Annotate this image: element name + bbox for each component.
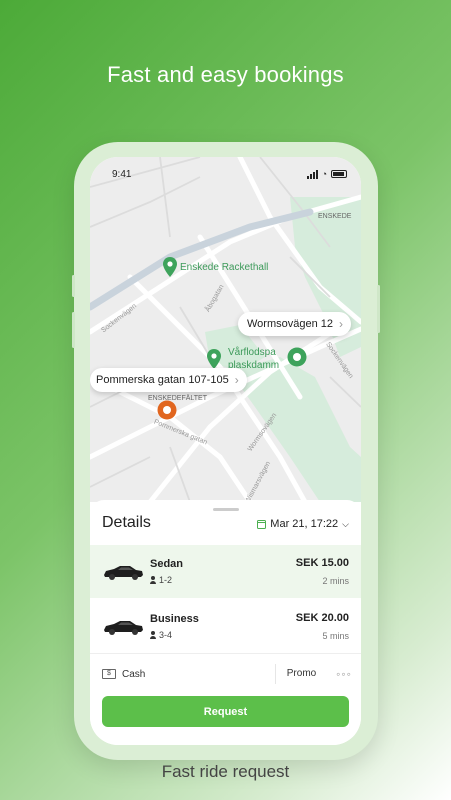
ride-option-seats: 3-4 bbox=[159, 630, 173, 640]
pickup-callout[interactable]: Pommerska gatan 107-105 › bbox=[90, 368, 247, 392]
footline: Fast ride request bbox=[161, 762, 290, 781]
business-car-icon bbox=[104, 620, 143, 635]
chevron-right-icon: › bbox=[339, 317, 344, 331]
phone-side-button bbox=[72, 275, 75, 297]
details-sheet: Details Mar 21, 17:22 ⌵ Sedan 1-2 SEK 15… bbox=[90, 500, 361, 745]
request-button[interactable]: Request bbox=[102, 696, 349, 727]
promo-button[interactable]: Promo bbox=[275, 664, 327, 684]
headline: Fast and easy bookings bbox=[107, 62, 344, 87]
battery-icon bbox=[331, 170, 347, 178]
date-value: Mar 21, 17:22 bbox=[270, 518, 339, 530]
chevron-down-icon: ⌵ bbox=[342, 518, 349, 529]
map-place-label: Vårflodspa bbox=[228, 347, 276, 358]
phone-side-button bbox=[377, 285, 380, 333]
ride-option-name: Sedan bbox=[150, 558, 184, 570]
destination-pin-icon[interactable] bbox=[287, 347, 307, 367]
chevron-right-icon: › bbox=[234, 373, 239, 387]
date-picker-button[interactable]: Mar 21, 17:22 ⌵ bbox=[257, 518, 349, 530]
map-place-label: ENSKEDE bbox=[318, 213, 352, 220]
divider bbox=[90, 653, 361, 654]
map[interactable]: 9:41 ◔ ENSKEDE Enskede Racket­hall Vårfl… bbox=[90, 157, 361, 505]
map-place-label: Enskede Racket­hall bbox=[180, 262, 269, 273]
phone-side-button bbox=[72, 312, 75, 348]
map-pin-icon[interactable] bbox=[163, 257, 177, 277]
pickup-address: Pommerska gatan 107-105 bbox=[96, 374, 229, 386]
wifi-icon: ◔ bbox=[321, 169, 327, 179]
map-pin-icon[interactable] bbox=[207, 349, 221, 369]
app-screen: 9:41 ◔ ENSKEDE Enskede Racket­hall Vårfl… bbox=[90, 157, 361, 745]
status-time: 9:41 bbox=[112, 168, 132, 180]
drag-handle[interactable] bbox=[213, 508, 239, 511]
calendar-icon bbox=[257, 519, 267, 529]
ride-option-seats: 1-2 bbox=[159, 575, 173, 585]
ride-option-sedan[interactable]: Sedan 1-2 SEK 15.00 2 mins bbox=[90, 545, 361, 598]
ride-option-eta: 2 mins bbox=[322, 576, 349, 586]
payment-method-label: Cash bbox=[122, 668, 146, 680]
destination-callout[interactable]: Wormsovägen 12 › bbox=[238, 312, 352, 336]
pickup-pin-icon[interactable] bbox=[157, 400, 177, 420]
cellular-signal-icon bbox=[306, 169, 318, 179]
destination-address: Wormsovägen 12 bbox=[247, 318, 334, 330]
ride-option-price: SEK 15.00 bbox=[295, 557, 349, 569]
payment-bar: $ Cash Promo ◦◦◦ bbox=[90, 658, 361, 690]
person-icon bbox=[150, 631, 156, 639]
more-options-icon[interactable]: ◦◦◦ bbox=[327, 667, 361, 681]
sedan-car-icon bbox=[104, 565, 143, 580]
ride-option-price: SEK 20.00 bbox=[295, 612, 349, 624]
ride-option-business[interactable]: Business 3-4 SEK 20.00 5 mins bbox=[90, 600, 361, 653]
payment-method-button[interactable]: $ Cash bbox=[90, 669, 275, 680]
person-icon bbox=[150, 576, 156, 584]
cash-icon: $ bbox=[102, 669, 116, 679]
status-bar: 9:41 ◔ bbox=[90, 157, 361, 191]
ride-option-name: Business bbox=[150, 613, 199, 625]
ride-option-eta: 5 mins bbox=[322, 631, 349, 641]
details-title: Details bbox=[102, 514, 151, 531]
